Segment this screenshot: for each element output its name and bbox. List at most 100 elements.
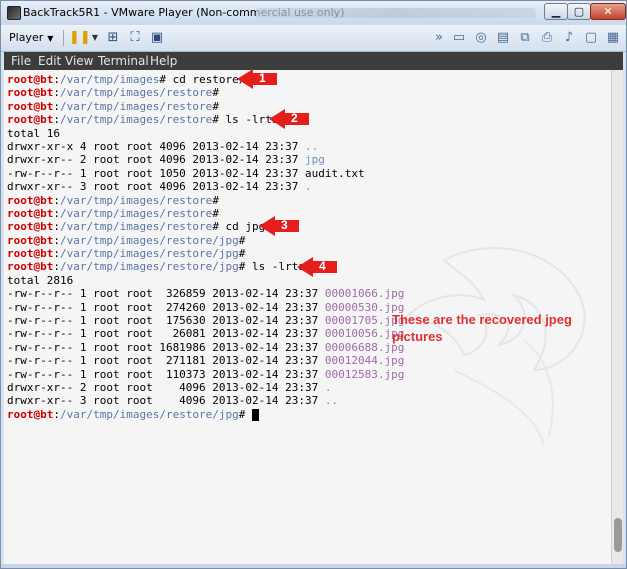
terminal-line: root@bt:/var/tmp/images/restore# [7,86,219,100]
prompt-user: root@bt [7,206,54,220]
menu-file[interactable]: File [11,54,31,68]
menu-edit[interactable]: Edit [38,54,61,68]
terminal-line: drwxr-xr-- 2 root root 4096 2013-02-14 2… [7,153,404,166]
player-toolbar: Player ▼ ❚❚ ▼ ⊞ ⛶ ▣ » ▭ ◎ ▤ ⧉ ⎙ ♪ ▢ ▦ [1,25,626,52]
prompt-user: root@bt [7,73,54,86]
network-icon[interactable]: ⧉ [517,30,533,46]
window-bottom-frame [1,564,626,568]
chevron-down-icon: ▼ [47,34,54,43]
prompt-user: root@bt [7,260,54,274]
prompt-path: /var/tmp/images/restore/jpg [59,260,239,274]
vmware-player-window: BackTrack5R1 - VMware Player (Non-commer… [0,0,627,569]
terminal-line: root@bt:/var/tmp/images/restore# cd jpg [7,220,266,234]
message-icon[interactable]: ▦ [605,30,621,46]
prompt-path: /var/tmp/images/restore [59,113,213,127]
menu-view[interactable]: View [65,54,93,68]
text-cursor [252,408,260,421]
listing-meta: -rw-r--r-- 1 root root 1681986 2013-02-1… [7,340,325,354]
step-arrow-2: 2 [269,109,309,130]
terminal-line: drwxr-xr-x 4 root root 4096 2013-02-14 2… [7,140,404,153]
toolbar-divider [63,30,64,46]
prompt-path: /var/tmp/images/restore/jpg [59,233,239,247]
step-number: 1 [259,71,266,85]
listing-name: audit.txt [305,166,365,180]
recovered-jpeg-note: These are the recovered jpeg pictures [392,312,572,344]
prompt-user: root@bt [7,99,54,113]
step-arrow-1: 1 [237,69,277,89]
removable-device-icon[interactable]: ▭ [451,30,467,46]
listing-name: 00012044.jpg [324,354,405,368]
terminal-output: root@bt:/var/tmp/images# cd restore/root… [7,73,404,421]
listing-meta: drwxr-xr-- 2 root root 4096 2013-02-14 2… [7,380,325,394]
prompt-path: /var/tmp/images/restore [59,86,213,100]
prompt-user: root@bt [7,247,54,261]
terminal-scrollbar[interactable] [611,70,623,564]
player-menu-button[interactable]: Player ▼ [9,29,53,47]
maximize-button[interactable]: ▢ [567,3,591,20]
command-text [245,408,252,421]
pause-icon[interactable]: ❚❚ [69,30,91,46]
display-icon[interactable]: ▢ [583,30,599,46]
terminal-line: -rw-r--r-- 1 root root 274260 2013-02-14… [7,301,404,314]
close-button[interactable]: ✕ [590,3,626,20]
send-keys-icon[interactable]: ⊞ [105,30,121,46]
cd-drive-icon[interactable]: ◎ [473,30,489,46]
terminal-line: root@bt:/var/tmp/images/restore/jpg# [7,247,246,261]
listing-meta: drwxr-xr-- 2 root root 4096 2013-02-14 2… [7,153,306,167]
listing-meta: -rw-r--r-- 1 root root 26081 2013-02-14 … [7,327,325,341]
prompt-user: root@bt [7,86,54,100]
player-label: Player [9,31,44,44]
prompt-user: root@bt [7,407,54,421]
step-number: 3 [281,218,288,233]
terminal-line: drwxr-xr-- 3 root root 4096 2013-02-14 2… [7,394,404,407]
listing-name: 00012583.jpg [324,367,405,381]
prompt-path: /var/tmp/images/restore/jpg [59,247,239,261]
output-text: total 2816 [7,273,74,287]
step-number: 2 [291,111,298,126]
terminal-line: -rw-r--r-- 1 root root 26081 2013-02-14 … [7,327,404,340]
listing-meta: drwxr-xr-- 3 root root 4096 2013-02-14 2… [7,394,325,408]
minimize-button[interactable]: ▁ [544,3,568,20]
printer-icon[interactable]: ⎙ [539,30,555,46]
listing-name: jpg [305,153,325,167]
terminal-line: root@bt:/var/tmp/images# cd restore/ [7,73,246,86]
terminal-line: drwxr-xr-- 3 root root 4096 2013-02-14 2… [7,180,404,193]
terminal-line: -rw-r--r-- 1 root root 110373 2013-02-14… [7,368,404,381]
menu-help[interactable]: Help [150,54,177,68]
terminal-line: root@bt:/var/tmp/images/restore# [7,193,219,207]
vmware-app-icon [7,6,21,20]
scrollbar-thumb[interactable] [614,518,622,552]
terminal-menu-bar: File Edit View Terminal Help [4,52,623,70]
title-bar[interactable]: BackTrack5R1 - VMware Player (Non-commer… [1,1,626,25]
prompt-path: /var/tmp/images/restore [59,220,213,234]
step-arrow-3: 3 [259,216,299,237]
terminal-line: root@bt:/var/tmp/images/restore# [7,99,219,113]
forward-icon[interactable]: » [431,30,447,46]
pause-options-chevron-icon[interactable]: ▼ [87,30,103,46]
listing-meta: -rw-r--r-- 1 root root 175630 2013-02-14… [7,314,325,328]
prompt-path: /var/tmp/images/restore [59,99,213,113]
listing-name: . [305,180,312,194]
listing-meta: -rw-r--r-- 1 root root 326859 2013-02-14… [7,287,325,301]
listing-meta: -rw-r--r-- 1 root root 1050 2013-02-14 2… [7,166,306,180]
prompt-user: root@bt [7,193,54,207]
title-redaction [256,8,536,18]
terminal-line: root@bt:/var/tmp/images/restore/jpg# [7,408,404,421]
floppy-icon[interactable]: ▤ [495,30,511,46]
sound-icon[interactable]: ♪ [561,30,577,46]
prompt-path: /var/tmp/images/restore/jpg [59,407,239,421]
fullscreen-icon[interactable]: ⛶ [127,30,143,46]
unity-icon[interactable]: ▣ [149,30,165,46]
terminal-line: -rw-r--r-- 1 root root 175630 2013-02-14… [7,314,404,327]
terminal-line: total 16 [7,127,404,140]
listing-name: 00001066.jpg [324,287,405,301]
listing-name: .. [324,394,339,408]
prompt-user: root@bt [7,233,54,247]
step-arrow-4: 4 [297,256,337,277]
menu-terminal[interactable]: Terminal [98,54,149,68]
prompt-user: root@bt [7,113,54,127]
terminal-line: -rw-r--r-- 1 root root 1681986 2013-02-1… [7,341,404,354]
listing-meta: -rw-r--r-- 1 root root 110373 2013-02-14… [7,367,325,381]
terminal-line: root@bt:/var/tmp/images/restore# ls -lrt… [7,113,279,127]
listing-name: . [324,380,332,394]
